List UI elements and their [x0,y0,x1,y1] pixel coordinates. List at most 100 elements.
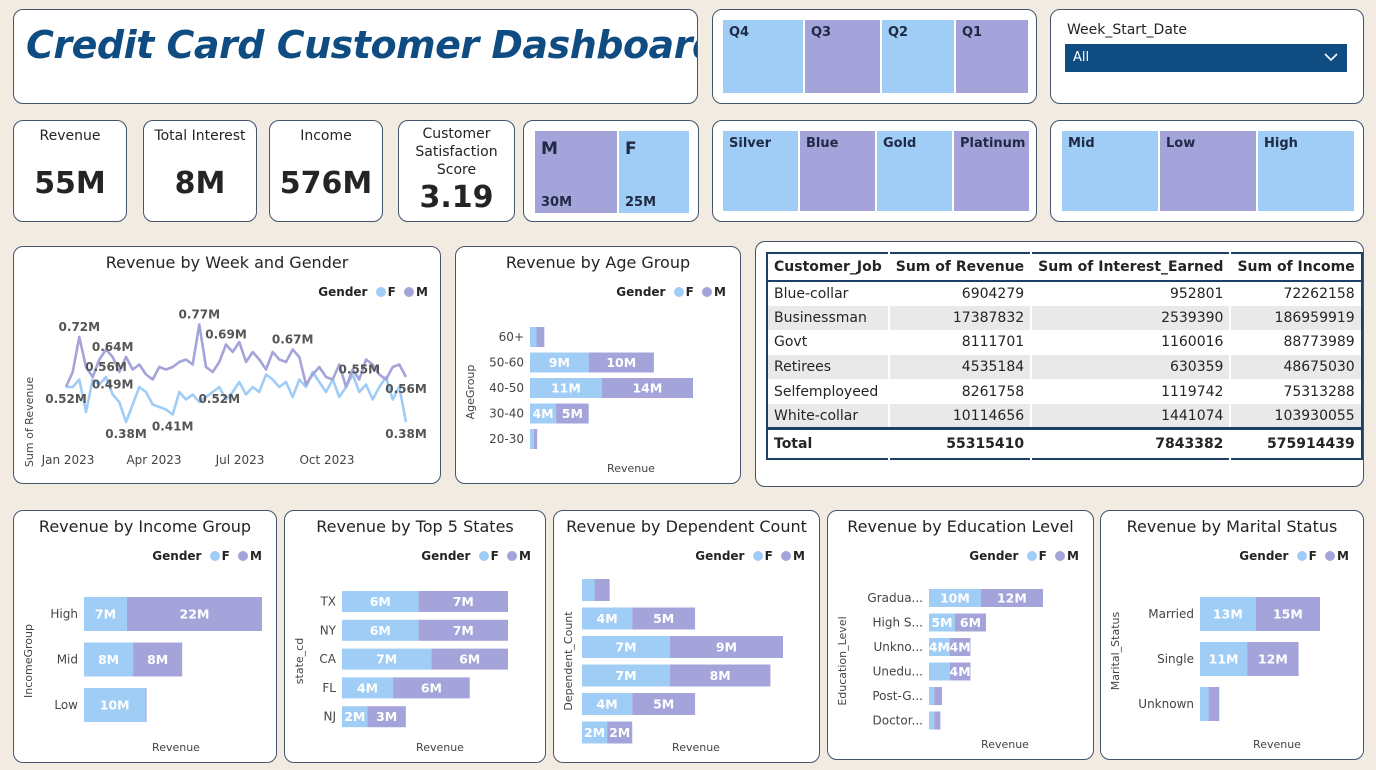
bar-data-label: 4M [950,640,971,655]
table-cell: Blue-collar [774,285,849,302]
card-tile-gold[interactable]: Gold [876,130,953,212]
title-card: Credit Card Customer Dashboard [13,9,698,104]
bar-segment-m[interactable] [145,688,147,722]
quarter-slicer: Q4 Q3 Q2 Q1 [712,9,1037,104]
bar-data-label: 2M [609,725,630,740]
quarter-tile-label: Q4 [729,25,750,40]
customer-job-table-card: Customer_Job Sum of Revenue Sum of Inter… [755,241,1364,487]
table-row[interactable]: Retirees 4535184 630359 48675030 [767,354,1362,380]
kpi-income-value: 576M [279,166,373,201]
table-header[interactable]: Sum of Revenue [887,253,1032,282]
bar-category-label: FL [322,681,336,695]
chevron-down-icon[interactable] [1323,49,1339,69]
week-y-axis-label: Sum of Revenue [23,377,36,467]
kpi-satisfaction-label: Customer Satisfaction Score [415,126,498,178]
line-data-label: 0.38M [385,427,427,441]
bar-data-label: 7M [615,668,636,683]
quarter-tile-q1[interactable]: Q1 [955,19,1029,94]
bar-segment-m[interactable] [594,579,610,601]
age-x-axis-label: Revenue [607,462,655,475]
bar-segment-m[interactable] [533,429,538,449]
quarter-tile-label: Q2 [888,25,909,40]
gender-tile-m[interactable]: M 30M [534,130,618,214]
edu-y-axis-label: Education_Level [836,616,849,705]
income-tile-mid-label: Mid [1068,136,1095,151]
gender-treemap: M 30M F 25M [523,120,699,222]
bar-data-label: 4M [929,640,950,655]
week-start-date-slicer: Week_Start_Date All [1050,9,1364,104]
dependent-bar-plot: Dependent_Count Revenue 4M 5M 7M 9M 7M 8M 4M 5M… [562,579,783,754]
dep-y-axis-label: Dependent_Count [562,611,575,711]
table-row[interactable]: Selfemployeed 8261758 1119742 75313288 [767,379,1362,404]
quarter-tile-q2[interactable]: Q2 [881,19,955,94]
line-data-label: 0.41M [152,420,194,434]
table-cell: 48675030 [1229,354,1362,380]
card-tile-blue-label: Blue [806,136,839,151]
bar-segment-f[interactable] [929,711,935,730]
marital-x-axis-label: Revenue [1253,738,1301,751]
card-tile-silver[interactable]: Silver [722,130,799,212]
bar-segment-f[interactable] [530,429,534,449]
table-cell: 1441074 [1030,403,1231,429]
gender-tile-f[interactable]: F 25M [618,130,690,214]
table-row[interactable]: Businessman 17387832 2539390 186959919 [767,305,1362,331]
card-tile-blue[interactable]: Blue [799,130,876,212]
bar-segment-m[interactable] [934,687,942,705]
kpi-income-label: Income [300,128,352,144]
week-x-tick-0: Jan 2023 [41,453,95,467]
table-cell: 72262158 [1229,281,1362,306]
week-x-tick-3: Oct 2023 [299,453,354,467]
table-cell: 10114656 [887,403,1032,429]
bar-category-label: Married [1148,607,1194,621]
table-total-cell: 55315410 [887,427,1032,459]
income-y-axis-label: IncomeGroup [22,624,35,698]
bar-category-label: 30-40 [489,407,524,421]
table-row[interactable]: White-collar 10114656 1441074 103930055 [767,403,1362,429]
income-tile-high[interactable]: High [1257,130,1355,212]
revenue-by-top-states-chart: Revenue by Top 5 States Gender F M state… [284,510,546,763]
table-row[interactable]: Govt 8111701 1160016 88773989 [767,330,1362,355]
states-x-axis-label: Revenue [416,741,464,754]
quarter-tile-q3[interactable]: Q3 [804,19,881,94]
week-dropdown[interactable]: All [1065,44,1347,72]
bar-segment-f[interactable] [929,687,935,705]
income-tile-low[interactable]: Low [1159,130,1257,212]
table-row[interactable]: Blue-collar 6904279 952801 72262158 [767,281,1362,306]
table-cell: 4535184 [887,354,1032,380]
age-bar-plot: AgeGroup Revenue 60+ 50-60 9M 10M 40-50 11M 14… [464,327,693,475]
line-data-label: 0.64M [92,340,134,354]
card-tile-gold-label: Gold [883,136,917,151]
bar-segment-f[interactable] [929,662,950,681]
kpi-total-interest: Total Interest 8M [143,120,257,222]
kpi-satisfaction: Customer Satisfaction Score 3.19 [398,120,515,222]
bar-segment-m[interactable] [934,711,941,730]
table-cell: White-collar [767,403,889,429]
table-cell: 88773989 [1229,330,1362,355]
card-tile-platinum-label: Platinum [960,136,1026,151]
bar-category-label: TX [319,595,336,609]
bar-segment-f[interactable] [1200,687,1209,721]
bar-segment-f[interactable] [530,327,537,347]
table-header[interactable]: Customer_Job [767,253,889,282]
quarter-tile-q4[interactable]: Q4 [722,19,804,94]
income-tile-mid[interactable]: Mid [1061,130,1159,212]
line-data-label: 0.52M [45,392,87,406]
bar-data-label: 7M [453,623,474,638]
card-tile-platinum[interactable]: Platinum [953,130,1030,212]
kpi-interest-label: Total Interest [154,128,246,144]
table-header[interactable]: Sum of Interest_Earned [1030,253,1231,282]
table-cell: 1119742 [1030,379,1231,404]
table-header[interactable]: Sum of Income [1229,253,1362,282]
table-cell: Businessman [767,305,889,331]
bar-segment-f[interactable] [582,579,595,601]
line-data-label: 0.69M [205,328,247,342]
table-cell: 8111701 [887,330,1032,355]
kpi-revenue-value: 55M [34,166,106,201]
bar-segment-m[interactable] [1208,687,1220,721]
table-header-row: Customer_Job Sum of Revenue Sum of Inter… [767,253,1362,282]
bar-category-label: NY [320,623,337,637]
kpi-interest-value: 8M [174,166,226,201]
revenue-by-dependent-count-chart: Revenue by Dependent Count Gender F M De… [553,510,820,763]
bar-segment-m[interactable] [536,327,545,347]
week-slicer-label: Week_Start_Date [1067,22,1188,38]
